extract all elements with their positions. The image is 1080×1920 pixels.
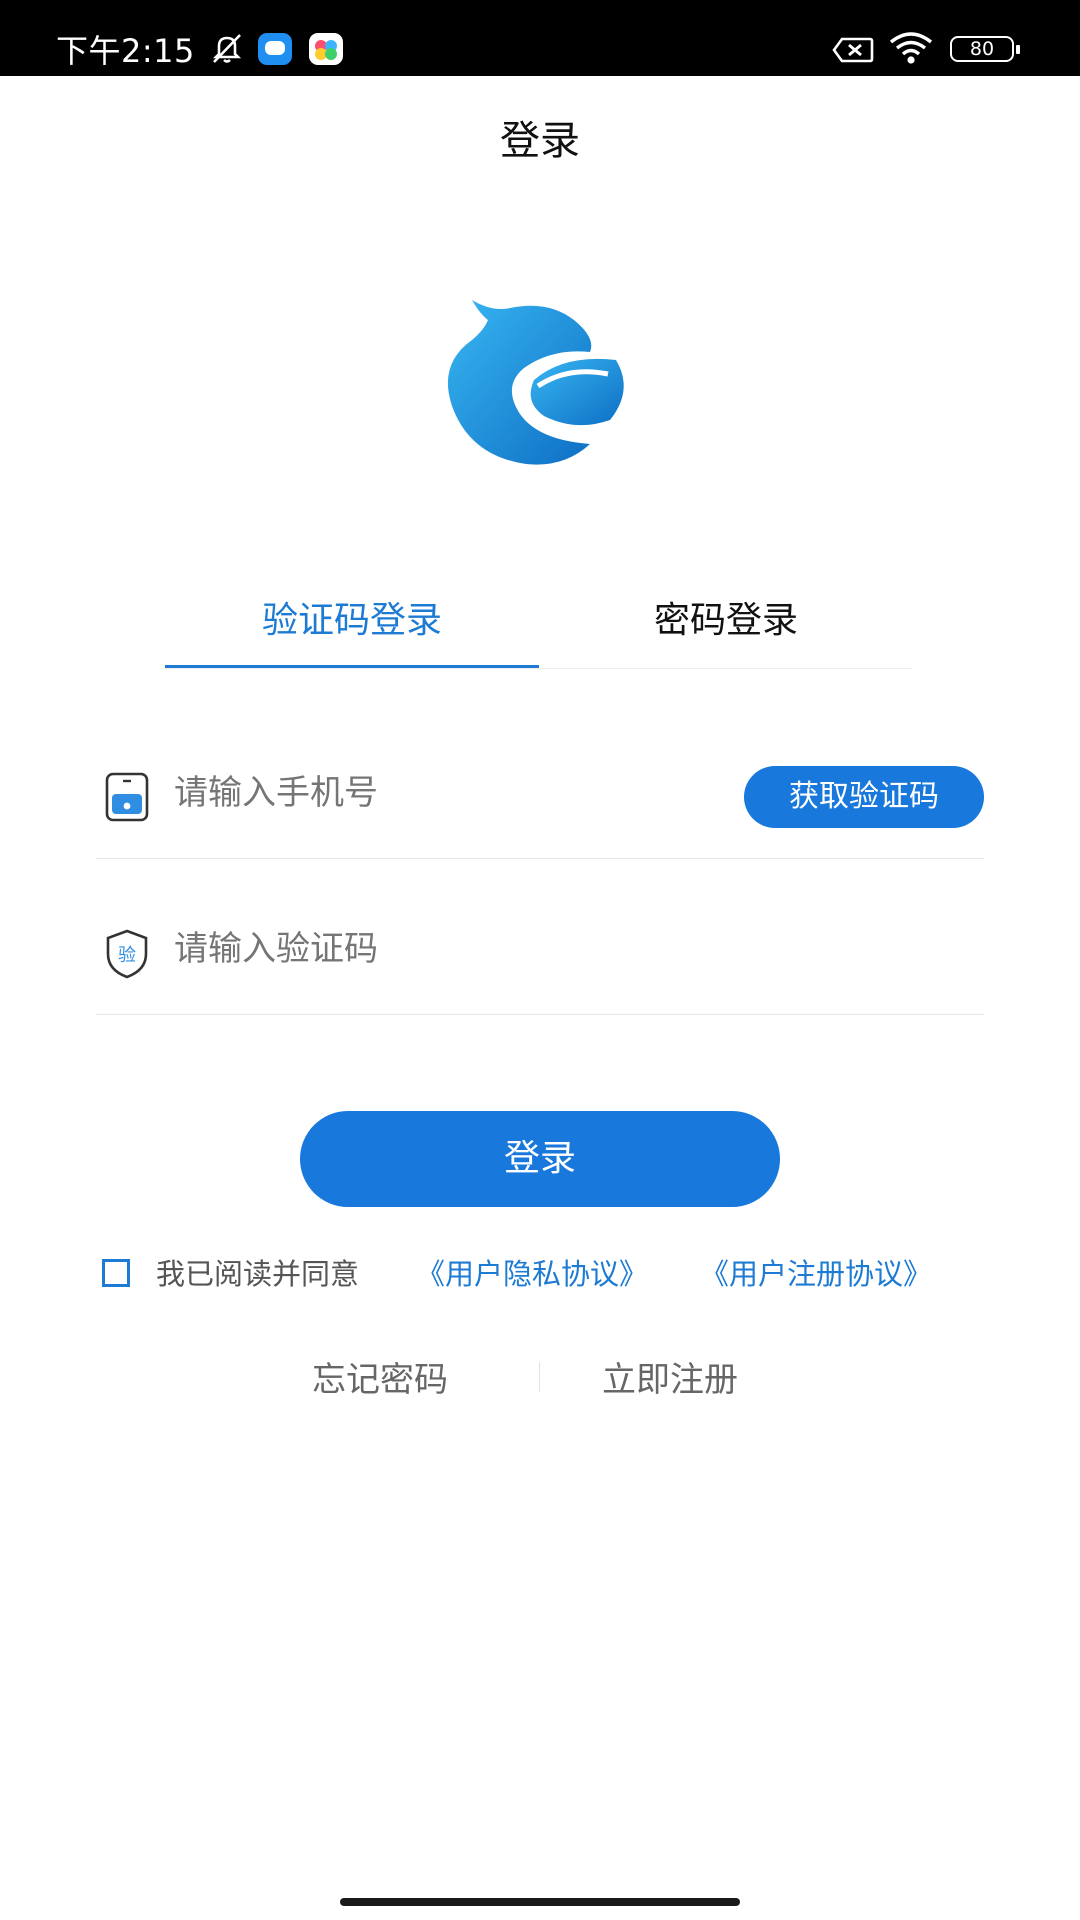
page-title: 登录: [500, 118, 580, 164]
bottom-links: 忘记密码 立即注册: [0, 1352, 1080, 1402]
phone-input[interactable]: [172, 764, 696, 822]
get-code-button[interactable]: 获取验证码: [744, 766, 984, 828]
no-sim-icon: [832, 37, 874, 67]
tab-password-login[interactable]: 密码登录: [539, 586, 913, 668]
colorful-app-icon: [309, 33, 343, 65]
shield-verify-icon: 验: [104, 928, 150, 984]
link-divider: [539, 1362, 540, 1392]
code-input[interactable]: [172, 920, 696, 978]
privacy-policy-link[interactable]: 《用户隐私协议》: [416, 1254, 648, 1294]
notifications-muted-icon: [210, 32, 244, 68]
login-button[interactable]: 登录: [300, 1111, 780, 1207]
battery-icon: 80: [950, 36, 1020, 62]
home-indicator: [340, 1898, 740, 1906]
wifi-icon: [888, 31, 934, 69]
messenger-app-icon: [258, 33, 292, 65]
login-tabs: 验证码登录 密码登录: [165, 586, 913, 669]
code-field: 验: [96, 894, 984, 1015]
app-logo-icon: [440, 294, 640, 474]
agreement-text: 我已阅读并同意: [156, 1257, 360, 1291]
svg-text:验: 验: [118, 945, 136, 966]
forgot-password-link[interactable]: 忘记密码: [312, 1352, 448, 1401]
registration-agreement-link[interactable]: 《用户注册协议》: [700, 1254, 932, 1294]
agreement-checkbox[interactable]: [102, 1259, 130, 1287]
phone-icon: [104, 772, 150, 826]
status-time: 下午2:15: [56, 32, 195, 70]
phone-field: 获取验证码: [96, 738, 984, 859]
register-now-link[interactable]: 立即注册: [602, 1352, 738, 1401]
tab-sms-login[interactable]: 验证码登录: [165, 586, 539, 668]
status-bar: 下午2:15 80: [0, 0, 1080, 76]
